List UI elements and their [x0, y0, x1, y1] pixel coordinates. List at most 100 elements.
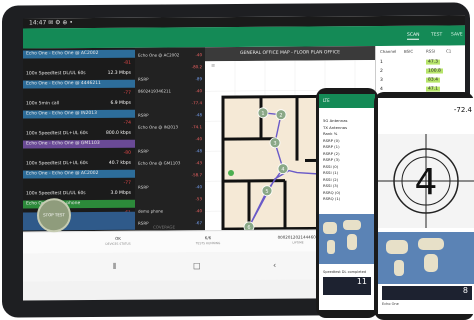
measurement-row[interactable]: 100x Speedtest DL/UL 60s 12.3 Mbps [23, 70, 135, 79]
coverage-label: COVERAGE [153, 224, 176, 230]
table-header: BSIC [404, 48, 414, 54]
menu-icon[interactable]: ≡ [211, 63, 215, 69]
table-cell: 1 [380, 59, 383, 65]
kpi-value: -48 [195, 148, 202, 154]
measurement-value: -77 [123, 180, 131, 186]
kpi-row: demo phone -40 [135, 207, 205, 215]
tab-save[interactable]: SAVE [451, 32, 463, 37]
measurement-row[interactable]: -80 [23, 150, 135, 159]
measurement-label: 100x Speedtest DL/UL 60s [26, 191, 86, 197]
measurement-row[interactable]: -81 [23, 60, 135, 69]
kpi-row: RSRP -40 [135, 183, 205, 191]
countdown-video[interactable]: 4 [378, 134, 474, 228]
tab-scan[interactable]: SCAN [407, 32, 420, 40]
kpi-label: RSRP [138, 112, 149, 118]
kpi-label: demo phone [138, 208, 164, 214]
measurement-row[interactable]: Echo One - Echo One @ GM1103 [23, 139, 135, 149]
measurement-value: 800.0 kbps [106, 130, 131, 136]
phone-left-title: LTE [319, 94, 375, 108]
table-cell: 3 [380, 77, 383, 83]
measurement-row[interactable]: 100x Speedtest DL+UL 60s 40.7 kbps [23, 160, 135, 169]
kpi-value: -43 [195, 160, 202, 166]
measurement-label: Echo One - Echo One @ GM1103 [26, 140, 100, 147]
measurement-row[interactable]: Echo One - Echo One @ IN2013 [23, 109, 135, 119]
kpi-value: -48 [195, 112, 202, 118]
kpi-value: -58.7 [191, 172, 202, 178]
measurement-value: -77 [123, 90, 131, 96]
world-map[interactable] [319, 214, 375, 264]
table-cell: 47.1 [426, 86, 441, 92]
measurement-label: Echo One - Echo One @ AC2002 [26, 170, 99, 177]
phone-left-screen: LTE 5G Antennas TX Antennas Rank % RSRP (0)… [319, 94, 375, 310]
measurement-row[interactable]: Echo One - Echo One @ AC2002 [23, 169, 135, 179]
kpi-value: -89 [195, 76, 202, 82]
measurement-point-label: 4 [281, 167, 284, 173]
kpi-value: -40 [195, 184, 202, 190]
speedtest-value: 11 [323, 277, 371, 295]
measurement-row[interactable]: -77 [23, 90, 135, 99]
status-time: 14:47 [29, 19, 47, 27]
phone-right: -72.4 4 8 Echo One [374, 92, 474, 320]
kpi-value: 8 [382, 286, 472, 300]
kpi-row: 8602419346211 -40 [135, 87, 205, 95]
kpi-row: -40 [135, 135, 205, 143]
bottom-info-bar: OK DEVICES STATUS 6/6 TESTS RUNNING 000201… [23, 229, 358, 254]
measurement-row[interactable]: 100x Speedtest DL+UL 60s 800.0 kbps [23, 130, 135, 139]
recent-apps-icon[interactable]: ⦀ [113, 262, 117, 272]
table-header: C1 [446, 48, 452, 54]
measurement-point-label: 1 [261, 111, 264, 117]
countdown-number: 4 [415, 162, 438, 203]
kpi-label: Echo One @ GM1103 [138, 160, 181, 166]
tab-test[interactable]: TEST [431, 33, 442, 38]
measurement-row[interactable]: 100x 5min call 6.9 Mbps [23, 100, 135, 109]
speedtest-label: Speedtest DL completed [323, 270, 367, 274]
floor-plan-title: GENERAL OFFICE MAP - FLOOR PLAN OFFICE [205, 46, 375, 62]
table-cell: 47.3 [426, 59, 441, 65]
measurement-value: 12.3 Mbps [107, 70, 131, 76]
measurement-point-label: 3 [273, 141, 276, 147]
phone-right-header: -72.4 [378, 98, 474, 128]
kpi-column: Echo One @ AC2002 -40 -80.2 RSRP -89 86024193… [135, 47, 205, 243]
kpi-row: Echo One @ GM1103 -43 [135, 159, 205, 167]
measurement-row[interactable]: 100x Speedtest DL/UL 60s 3.0 Mbps [23, 190, 135, 199]
home-icon[interactable]: □ [193, 261, 201, 270]
measurement-value: 3.0 Mbps [110, 190, 131, 196]
measurement-value: -81 [123, 60, 131, 66]
measurement-label: 100x Speedtest DL+UL 60s [26, 131, 88, 137]
kpi-row: Echo One @ AC2002 -40 [135, 51, 205, 59]
signal-value: -72.4 [453, 106, 472, 114]
phone-left: LTE 5G Antennas TX Antennas Rank % RSRP (0)… [316, 88, 378, 318]
kpi-label: RSRP [138, 184, 149, 190]
kpi-row: -80.2 [135, 63, 205, 71]
kpi-label: Echo One @ AC2002 [138, 52, 180, 58]
stop-test-button[interactable]: STOP TEST [37, 198, 71, 233]
measurement-row[interactable]: Echo One - Echo One @ AC2002 [23, 49, 135, 59]
measurement-row[interactable]: -77 [23, 180, 135, 189]
measurement-point-label: 2 [279, 113, 282, 119]
measurement-value: -74 [123, 120, 131, 126]
measurement-point-label: 5 [265, 189, 268, 195]
measurement-row[interactable]: Echo One - Echo One @ 4446211 [23, 79, 135, 89]
kpi-row: -77.4 [135, 99, 205, 107]
measurement-row[interactable]: -74 [23, 120, 135, 129]
kpi-value: -40 [195, 136, 202, 142]
kpi-value: -40 [195, 88, 202, 94]
measurement-label: Echo One - Echo One @ AC2002 [26, 50, 99, 57]
kpi-label: 8602419346211 [138, 88, 172, 94]
measurement-label: Echo One - Echo One @ IN2013 [26, 110, 98, 117]
kpi-row: -53 [135, 195, 205, 203]
back-icon[interactable]: ‹ [273, 261, 276, 270]
table-cell: 100.8 [426, 68, 443, 74]
measurement-label: 100x 5min call [26, 101, 60, 107]
table-header: Channel [380, 48, 397, 54]
kpi-value: -77.4 [191, 100, 202, 106]
android-nav-bar: ⦀ □ ‹ [23, 251, 358, 282]
measurement-label: Echo One - Echo One @ 4446211 [26, 80, 101, 87]
measurement-value: -80 [123, 150, 131, 156]
phone-left-list: 5G Antennas TX Antennas Rank % RSRP (0) RSRP… [323, 118, 348, 203]
measurement-label: 100x Speedtest DL/UL 60s [26, 71, 86, 77]
phone-right-screen: -72.4 4 8 Echo One [378, 98, 474, 314]
measurement-value: 6.9 Mbps [110, 100, 131, 106]
kpi-value: -40 [195, 52, 202, 58]
world-map-right[interactable] [378, 232, 474, 284]
